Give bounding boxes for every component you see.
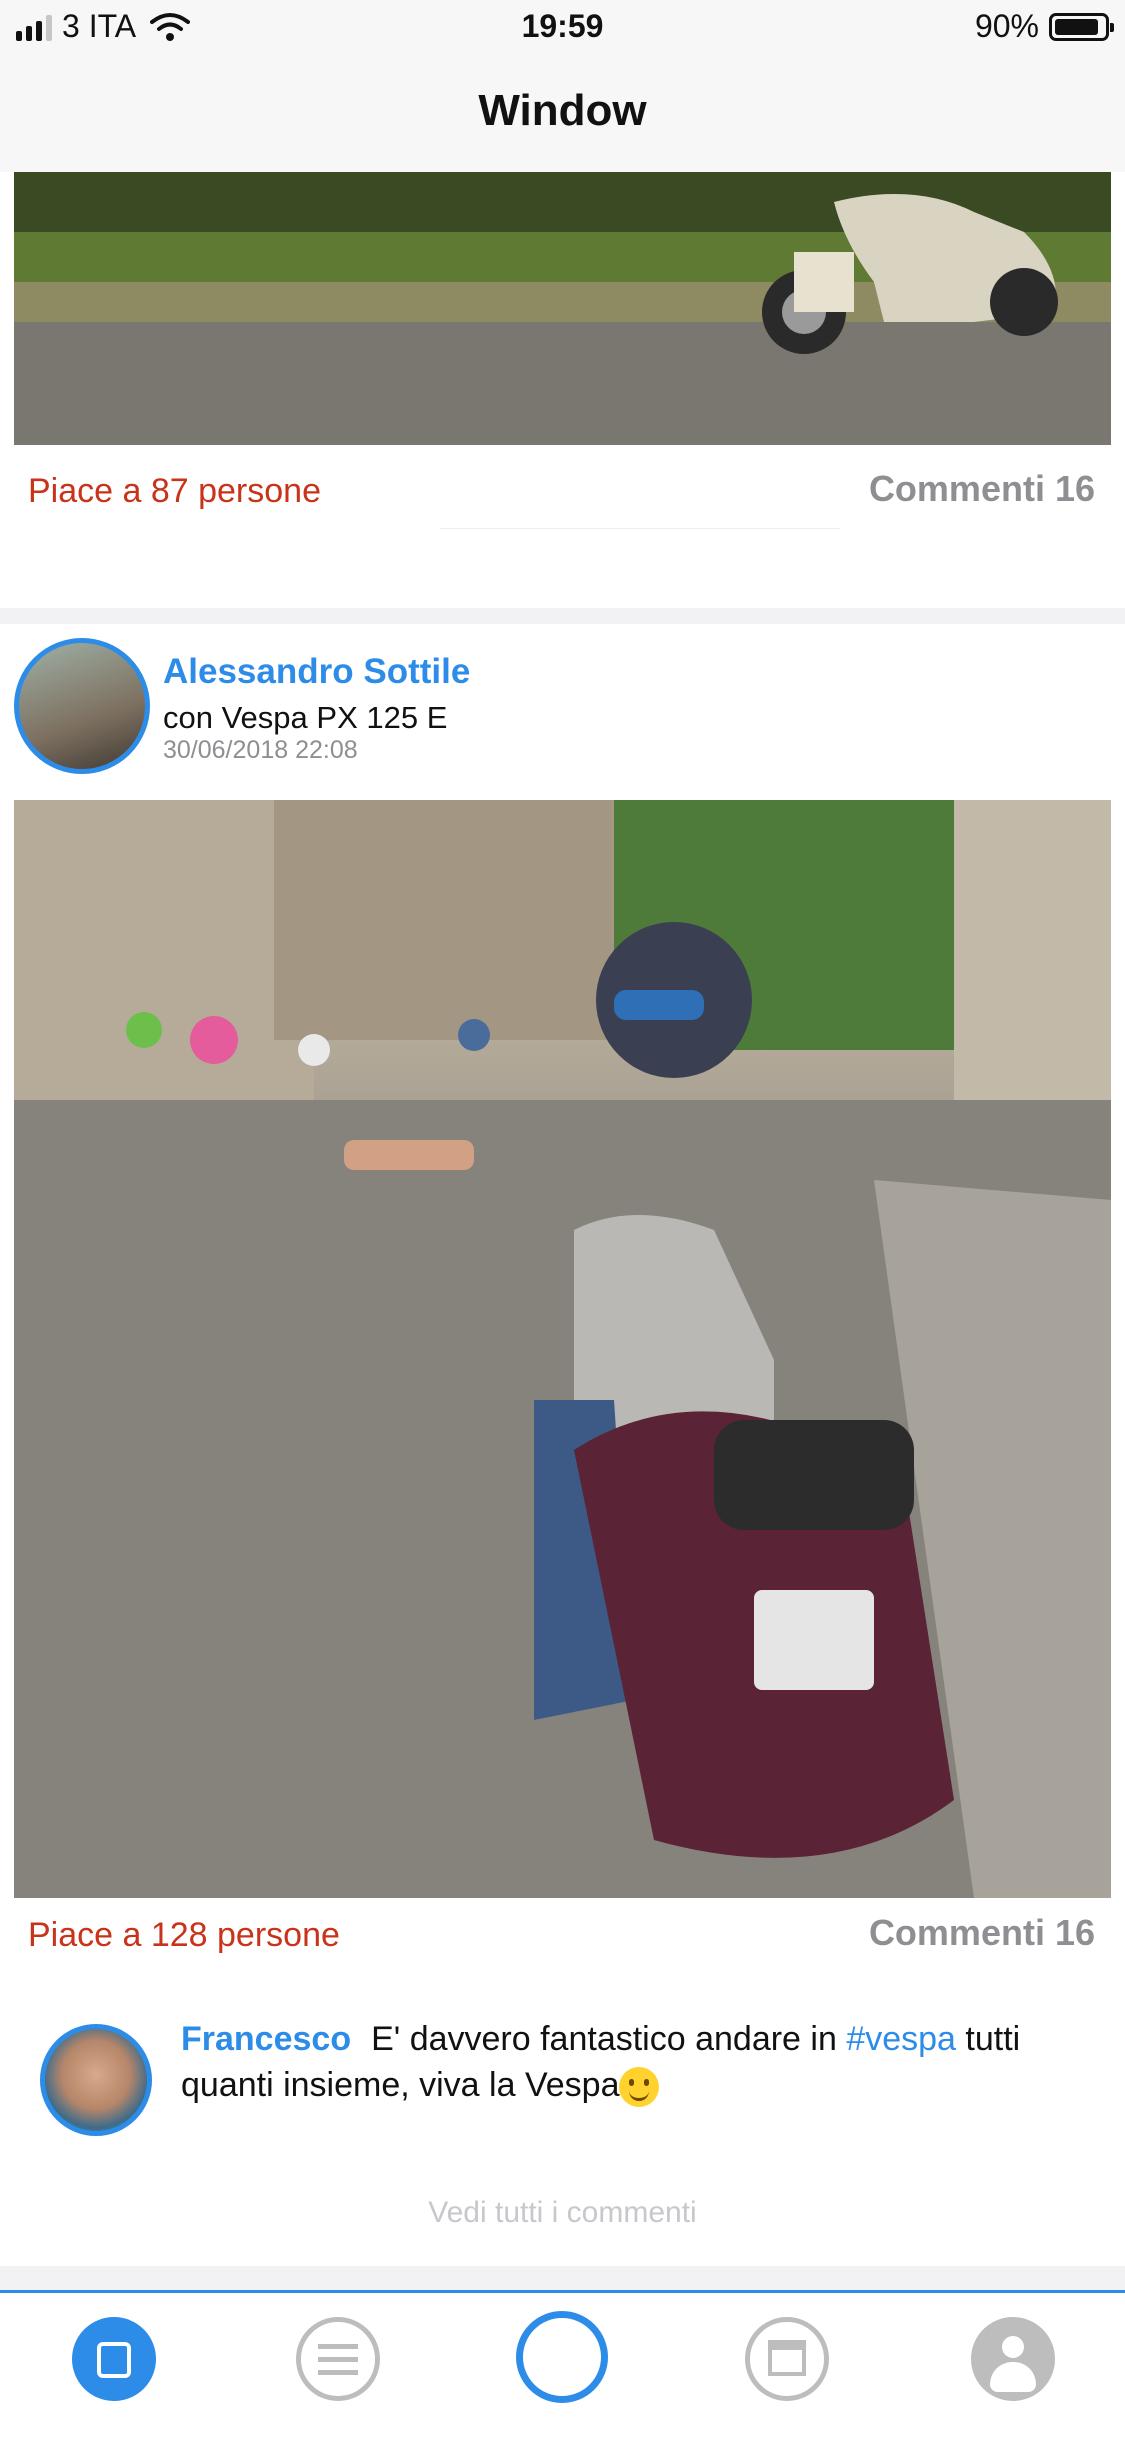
commenter-avatar[interactable]: [40, 2024, 152, 2136]
post-photo[interactable]: [14, 800, 1111, 1898]
page-title: Window: [478, 86, 647, 135]
vespa-rider-photo-illustration: [14, 800, 1111, 1898]
create-post-icon[interactable]: [516, 2311, 608, 2403]
comments-count[interactable]: Commenti 16: [869, 468, 1095, 510]
profile-icon[interactable]: [971, 2317, 1055, 2401]
tab-bar: [0, 2290, 1125, 2439]
post-photo[interactable]: [14, 172, 1111, 445]
status-bar: 3 ITA 19:59 90%: [0, 0, 1125, 56]
post-card: Piace a 87 persone Commenti 16: [0, 172, 1125, 608]
comment: Francesco E' davvero fantastico andare in…: [181, 2016, 1081, 2108]
shop-icon[interactable]: [745, 2317, 829, 2401]
status-right: 90%: [974, 8, 1114, 45]
divider: [440, 528, 840, 529]
likes-count[interactable]: Piace a 128 persone: [28, 1916, 340, 1955]
battery-icon: [1049, 12, 1114, 41]
list-icon[interactable]: [296, 2317, 380, 2401]
comments-count[interactable]: Commenti 16: [869, 1912, 1095, 1954]
status-time: 19:59: [521, 8, 604, 44]
post-date: 30/06/2018 22:08: [163, 736, 358, 764]
comment-username[interactable]: Francesco: [181, 2020, 351, 2058]
smiley-emoji-icon: [619, 2067, 660, 2108]
battery-percent: 90%: [974, 8, 1039, 44]
avatar[interactable]: [14, 638, 150, 774]
see-all-comments-link[interactable]: Vedi tutti i commenti: [0, 2196, 1125, 2230]
likes-count[interactable]: Piace a 87 persone: [28, 472, 321, 511]
comment-text-part: E' davvero fantastico andare in: [371, 2020, 847, 2058]
post-author-name[interactable]: Alessandro Sottile: [163, 652, 470, 692]
comment-hashtag[interactable]: #vespa: [846, 2020, 956, 2058]
vespa-photo-illustration: [14, 172, 1111, 445]
post-card: Alessandro Sottile con Vespa PX 125 E 30…: [0, 624, 1125, 2266]
vespa-home-icon[interactable]: [72, 2317, 156, 2401]
post-vehicle: con Vespa PX 125 E: [163, 700, 448, 735]
navigation-bar: Window: [0, 56, 1125, 173]
